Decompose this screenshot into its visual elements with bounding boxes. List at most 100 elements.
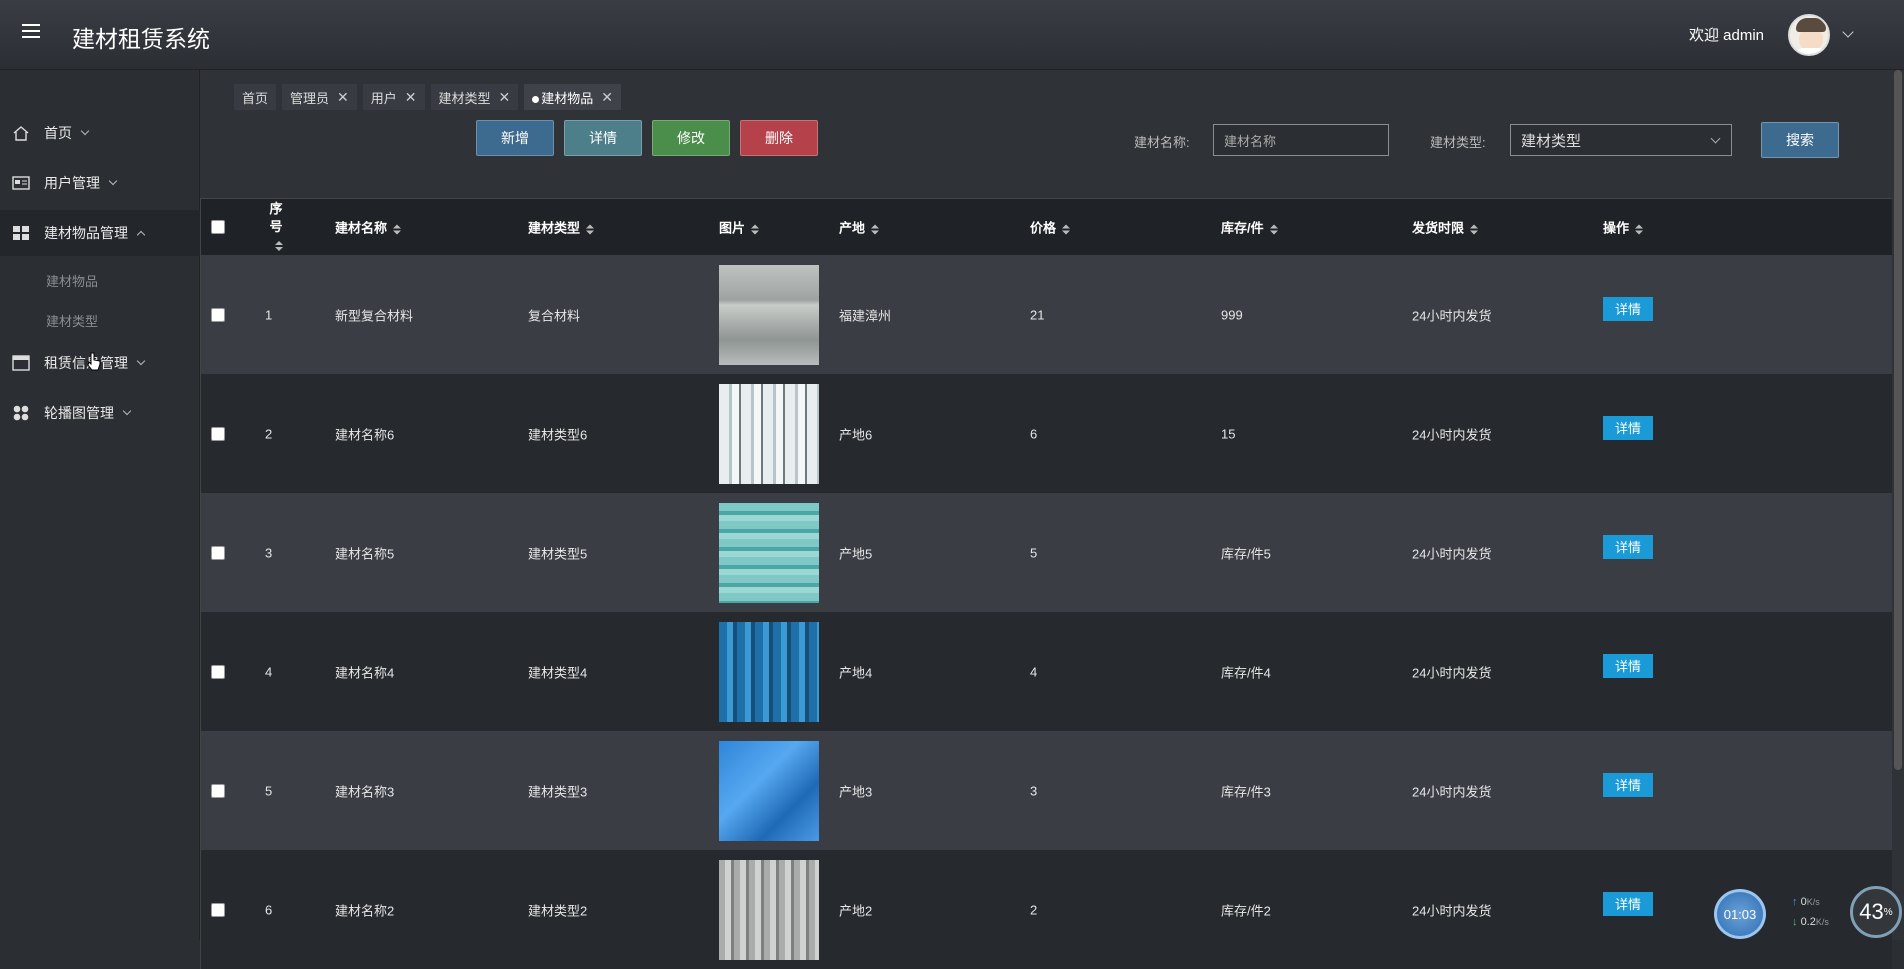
sidebar-item-home[interactable]: 首页 xyxy=(0,110,200,156)
table-header: 序号 建材名称 建材类型 图片 产地 价格 库存/件 发货时限 操作 xyxy=(201,199,1892,255)
row-stock: 库存/件5 xyxy=(1221,546,1271,561)
tab-label: 建材类型 xyxy=(438,90,491,106)
col-origin[interactable]: 产地 xyxy=(839,218,880,237)
type-select[interactable]: 建材类型 xyxy=(1510,124,1732,156)
delete-button[interactable]: 删除 xyxy=(740,120,818,156)
close-icon[interactable]: ✕ xyxy=(337,89,349,106)
sidebar-subitem-types[interactable]: 建材类型 xyxy=(46,311,98,330)
table-row[interactable]: 2 建材名称6 建材类型6 产地6 6 15 24小时内发货 详情 xyxy=(201,374,1892,493)
row-checkbox[interactable] xyxy=(211,902,225,917)
sidebar-item-carousel[interactable]: 轮播图管理 xyxy=(0,390,200,436)
row-checkbox[interactable] xyxy=(211,426,225,441)
row-detail-button[interactable]: 详情 xyxy=(1603,772,1653,797)
table-row[interactable]: 3 建材名称5 建材类型5 产地5 5 库存/件5 24小时内发货 详情 xyxy=(201,493,1892,612)
sidebar-item-label: 建材物品管理 xyxy=(44,225,128,241)
row-checkbox[interactable] xyxy=(211,783,225,798)
row-origin: 产地4 xyxy=(839,665,873,680)
chevron-down-icon xyxy=(122,406,132,416)
sidebar-item-materials[interactable]: 建材物品管理 xyxy=(0,210,200,256)
col-stock[interactable]: 库存/件 xyxy=(1221,218,1278,237)
row-name: 建材名称4 xyxy=(335,665,395,680)
row-no: 1 xyxy=(265,307,273,322)
table-row[interactable]: 4 建材名称4 建材类型4 产地4 4 库存/件4 24小时内发货 详情 xyxy=(201,612,1892,731)
sidebar: 首页 用户管理 建材物品管理 建材物品 建材类型 租赁信息管理 轮播图管理 xyxy=(0,70,200,940)
col-action[interactable]: 操作 xyxy=(1603,218,1644,237)
row-type: 建材类型2 xyxy=(528,903,588,918)
row-checkbox[interactable] xyxy=(211,664,225,679)
materials-table: 序号 建材名称 建材类型 图片 产地 价格 库存/件 发货时限 操作 1 新型复合… xyxy=(200,198,1892,969)
material-image xyxy=(719,383,819,484)
material-image xyxy=(719,859,819,960)
table-row[interactable]: 1 新型复合材料 复合材料 福建漳州 21 999 24小时内发货 详情 xyxy=(201,255,1892,374)
timer-widget[interactable]: 01:03 xyxy=(1714,889,1766,939)
col-ship[interactable]: 发货时限 xyxy=(1412,218,1479,237)
material-image xyxy=(719,502,819,603)
row-type: 建材类型3 xyxy=(528,784,588,799)
row-detail-button[interactable]: 详情 xyxy=(1603,534,1653,559)
tab-admin[interactable]: 管理员 ✕ xyxy=(282,84,357,110)
close-icon[interactable]: ✕ xyxy=(499,89,511,106)
row-detail-button[interactable]: 详情 xyxy=(1603,296,1653,321)
row-origin: 福建漳州 xyxy=(839,308,892,323)
row-name: 建材名称2 xyxy=(335,903,395,918)
table-row[interactable]: 5 建材名称3 建材类型3 产地3 3 库存/件3 24小时内发货 详情 xyxy=(201,731,1892,850)
search-button[interactable]: 搜索 xyxy=(1761,122,1839,158)
detail-button[interactable]: 详情 xyxy=(564,120,642,156)
cursor-icon xyxy=(87,352,101,371)
type-select-value: 建材类型 xyxy=(1521,132,1582,150)
material-image xyxy=(719,264,819,365)
row-ship: 24小时内发货 xyxy=(1412,308,1492,323)
chevron-down-icon xyxy=(80,126,90,136)
tab-label: 用户 xyxy=(370,90,397,106)
tab-label: 管理员 xyxy=(290,90,330,106)
tab-material-type[interactable]: 建材类型 ✕ xyxy=(430,84,519,110)
row-price: 6 xyxy=(1030,426,1038,441)
row-checkbox[interactable] xyxy=(211,545,225,560)
add-button[interactable]: 新增 xyxy=(476,120,554,156)
sort-icon xyxy=(586,224,595,235)
row-stock: 库存/件2 xyxy=(1221,903,1271,918)
scrollbar[interactable] xyxy=(1894,70,1902,770)
col-no[interactable]: 序号 xyxy=(265,200,287,254)
top-bar: 建材租赁系统 欢迎 admin xyxy=(0,0,1904,70)
sort-icon xyxy=(1062,224,1071,235)
row-detail-button[interactable]: 详情 xyxy=(1603,415,1653,440)
tab-label: 首页 xyxy=(242,90,269,106)
row-origin: 产地5 xyxy=(839,546,873,561)
edit-button[interactable]: 修改 xyxy=(652,120,730,156)
user-card-icon xyxy=(12,175,30,191)
row-no: 5 xyxy=(265,783,273,798)
col-type[interactable]: 建材类型 xyxy=(528,218,595,237)
tab-materials[interactable]: 建材物品 ✕ xyxy=(524,84,622,110)
chevron-down-icon[interactable] xyxy=(1842,26,1854,38)
tab-label: 建材物品 xyxy=(541,90,594,106)
row-name: 建材名称6 xyxy=(335,427,395,442)
sidebar-item-users[interactable]: 用户管理 xyxy=(0,160,200,206)
row-name: 新型复合材料 xyxy=(335,308,414,323)
row-detail-button[interactable]: 详情 xyxy=(1603,653,1653,678)
close-icon[interactable]: ✕ xyxy=(601,89,613,106)
close-icon[interactable]: ✕ xyxy=(405,89,417,106)
row-stock: 15 xyxy=(1221,426,1236,441)
row-origin: 产地6 xyxy=(839,427,873,442)
tab-user[interactable]: 用户 ✕ xyxy=(362,84,425,110)
sidebar-item-label: 首页 xyxy=(44,125,72,141)
menu-toggle-icon[interactable] xyxy=(22,24,40,38)
col-image[interactable]: 图片 xyxy=(719,218,760,237)
row-ship: 24小时内发货 xyxy=(1412,427,1492,442)
table-row[interactable]: 6 建材名称2 建材类型2 产地2 2 库存/件2 24小时内发货 详情 xyxy=(201,850,1892,969)
row-name: 建材名称5 xyxy=(335,546,395,561)
sidebar-subitem-materials[interactable]: 建材物品 xyxy=(46,271,98,290)
avatar[interactable] xyxy=(1788,14,1830,56)
row-checkbox[interactable] xyxy=(211,307,225,322)
tab-home[interactable]: 首页 xyxy=(234,84,277,110)
name-filter-label: 建材名称: xyxy=(1134,135,1190,150)
chevron-down-icon xyxy=(136,356,146,366)
tab-bar: 首页 管理员 ✕ 用户 ✕ 建材类型 ✕ 建材物品 ✕ xyxy=(234,84,622,110)
col-price[interactable]: 价格 xyxy=(1030,218,1071,237)
select-all-checkbox[interactable] xyxy=(211,220,225,234)
col-name[interactable]: 建材名称 xyxy=(335,218,402,237)
row-detail-button[interactable]: 详情 xyxy=(1603,891,1653,916)
chevron-down-icon xyxy=(108,176,118,186)
name-search-input[interactable]: 建材名称 xyxy=(1213,124,1389,156)
